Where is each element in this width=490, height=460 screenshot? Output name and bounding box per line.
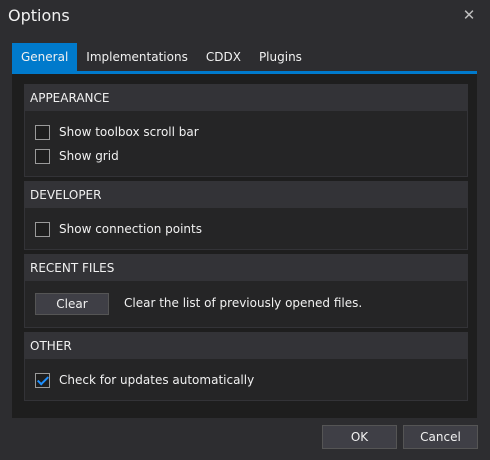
show-connection-points-checkbox[interactable]: Show connection points <box>35 220 202 238</box>
checkbox-label: Show connection points <box>59 222 202 236</box>
clear-description: Clear the list of previously opened file… <box>124 296 363 310</box>
tab-implementations[interactable]: Implementations <box>77 43 197 72</box>
clear-button[interactable]: Clear <box>35 293 109 315</box>
recent-files-group: RECENT FILES Clear Clear the list of pre… <box>24 254 468 328</box>
other-group: OTHER Check for updates automatically <box>24 332 468 401</box>
checkbox-box[interactable] <box>35 148 50 164</box>
check-for-updates-checkbox[interactable]: Check for updates automatically <box>35 371 254 389</box>
other-header: OTHER <box>25 333 467 359</box>
ok-button[interactable]: OK <box>322 425 397 449</box>
show-toolbox-scroll-bar-checkbox[interactable]: Show toolbox scroll bar <box>35 123 199 141</box>
tab-bar: General Implementations CDDX Plugins <box>12 43 311 72</box>
developer-group: DEVELOPER Show connection points <box>24 181 468 250</box>
appearance-header: APPEARANCE <box>25 85 467 111</box>
checkbox-label: Check for updates automatically <box>59 373 255 387</box>
recent-files-body: Clear Clear the list of previously opene… <box>25 282 467 326</box>
window-title: Options <box>8 6 70 25</box>
appearance-group: APPEARANCE Show toolbox scroll bar Show … <box>24 84 468 177</box>
checkbox-label: Show grid <box>59 149 119 163</box>
recent-files-header: RECENT FILES <box>25 255 467 281</box>
title-bar: Options ✕ <box>0 0 490 34</box>
show-grid-checkbox[interactable]: Show grid <box>35 147 119 165</box>
checkbox-label: Show toolbox scroll bar <box>59 125 199 139</box>
cancel-button[interactable]: Cancel <box>403 425 478 449</box>
checkmark-icon[interactable] <box>35 372 50 388</box>
checkbox-box[interactable] <box>35 124 50 140</box>
tab-plugins[interactable]: Plugins <box>250 43 311 72</box>
general-panel: APPEARANCE Show toolbox scroll bar Show … <box>12 74 477 418</box>
developer-header: DEVELOPER <box>25 182 467 208</box>
checkbox-box[interactable] <box>35 221 50 237</box>
tab-cddx[interactable]: CDDX <box>197 43 250 72</box>
tab-general[interactable]: General <box>12 43 78 72</box>
close-icon[interactable]: ✕ <box>458 4 480 26</box>
